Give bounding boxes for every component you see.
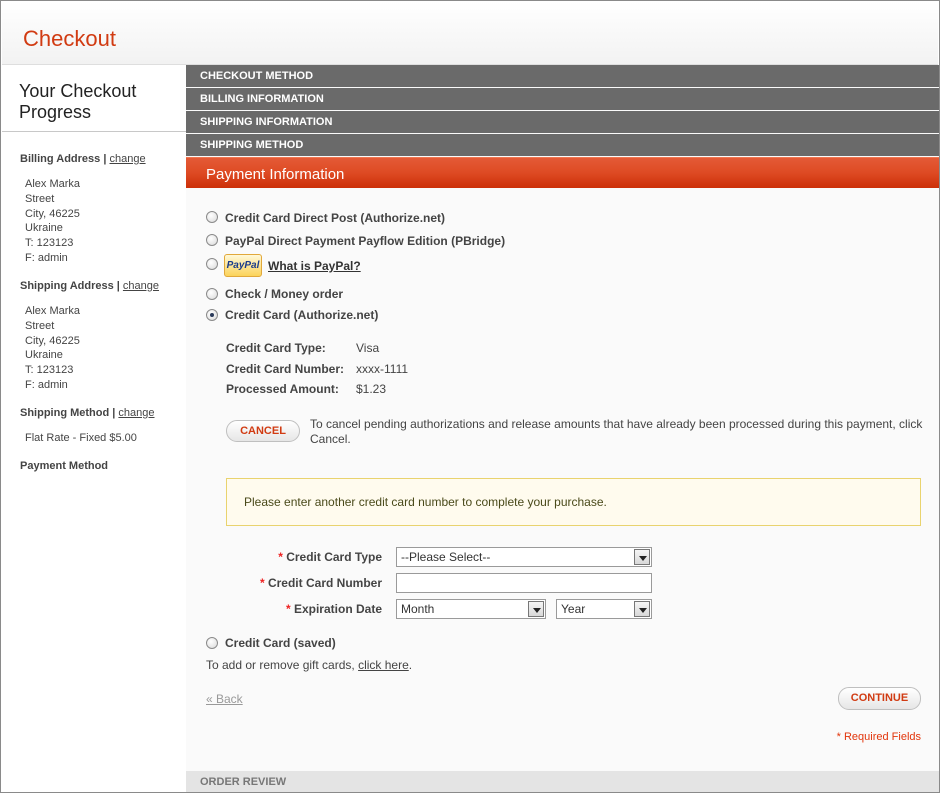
step-order-review[interactable]: ORDER REVIEW xyxy=(186,771,939,792)
checkout-progress-sidebar: Your Checkout Progress Billing Address |… xyxy=(2,65,186,792)
shipping-address-lines: Alex Marka Street City, 46225 Ukraine T:… xyxy=(25,305,81,391)
chevron-down-icon[interactable] xyxy=(634,549,650,565)
expiration-date-label: * Expiration Date xyxy=(285,602,382,616)
step-shipping-information[interactable]: SHIPPING INFORMATION xyxy=(186,111,939,133)
page-header: Checkout xyxy=(2,2,938,65)
expiration-month-select[interactable]: Month xyxy=(396,599,546,619)
billing-address-heading: Billing Address | change xyxy=(20,153,146,165)
cc-type-label: * Credit Card Type xyxy=(278,550,382,564)
shipping-method-lines: Flat Rate - Fixed $5.00 xyxy=(25,432,137,444)
processed-amount-value: $1.23 xyxy=(356,382,387,396)
chevron-down-icon[interactable] xyxy=(634,601,650,617)
checkout-main: CHECKOUT METHOD BILLING INFORMATION SHIP… xyxy=(186,65,939,792)
payment-option-label[interactable]: PayPal Direct Payment Payflow Edition (P… xyxy=(225,234,505,248)
payment-option-label[interactable]: Credit Card (saved) xyxy=(225,636,336,650)
continue-button[interactable]: CONTINUE xyxy=(838,687,921,710)
card-number-value: xxxx-1111 xyxy=(356,362,409,376)
sidebar-divider xyxy=(2,131,186,132)
payment-option-radio-selected[interactable] xyxy=(206,309,218,321)
cancel-explanation: To cancel pending authorizations and rel… xyxy=(310,417,923,446)
shipping-method-heading: Shipping Method | change xyxy=(20,407,155,419)
shipping-address-heading: Shipping Address | change xyxy=(20,280,160,292)
what-is-paypal-link[interactable]: What is PayPal? xyxy=(268,259,361,273)
payment-method-heading: Payment Method xyxy=(20,460,109,472)
cancel-button[interactable]: CANCEL xyxy=(226,420,300,442)
billing-address-change-link[interactable]: change xyxy=(109,153,145,165)
payment-option-radio[interactable] xyxy=(206,211,218,223)
shipping-method-change-link[interactable]: change xyxy=(118,407,154,419)
payment-option-radio[interactable] xyxy=(206,637,218,649)
gift-cards-text: To add or remove gift cards, click here. xyxy=(206,658,413,672)
payment-option-radio[interactable] xyxy=(206,288,218,300)
paypal-logo: PayPal xyxy=(224,254,262,277)
cc-number-label: * Credit Card Number xyxy=(259,576,382,590)
processed-amount-label: Processed Amount: xyxy=(226,382,339,396)
cc-number-input[interactable] xyxy=(396,573,652,593)
payment-option-label[interactable]: Credit Card (Authorize.net) xyxy=(225,308,378,322)
sidebar-title: Your Checkout Progress xyxy=(19,81,137,122)
step-payment-information: Payment Information xyxy=(186,157,939,188)
step-billing-information[interactable]: BILLING INFORMATION xyxy=(186,88,939,110)
payment-option-radio[interactable] xyxy=(206,234,218,246)
payment-option-label[interactable]: Check / Money order xyxy=(225,287,343,301)
shipping-address-change-link[interactable]: change xyxy=(123,280,159,292)
cc-type-select[interactable]: --Please Select-- xyxy=(396,547,652,567)
gift-cards-link[interactable]: click here xyxy=(358,658,409,672)
card-number-label: Credit Card Number: xyxy=(226,362,345,376)
payment-option-label[interactable]: Credit Card Direct Post (Authorize.net) xyxy=(225,211,445,225)
expiration-year-select[interactable]: Year xyxy=(556,599,652,619)
step-checkout-method[interactable]: CHECKOUT METHOD xyxy=(186,65,939,87)
step-shipping-method[interactable]: SHIPPING METHOD xyxy=(186,134,939,156)
required-fields-note: * Required Fields xyxy=(836,731,921,743)
page-title: Checkout xyxy=(23,26,116,51)
card-type-label: Credit Card Type: xyxy=(226,341,326,355)
payment-option-radio[interactable] xyxy=(206,258,218,270)
card-type-value: Visa xyxy=(356,341,380,355)
back-link[interactable]: « Back xyxy=(206,692,243,706)
notice-message: Please enter another credit card number … xyxy=(226,478,921,526)
billing-address-lines: Alex Marka Street City, 46225 Ukraine T:… xyxy=(25,178,81,264)
checkout-window: Checkout Your Checkout Progress Billing … xyxy=(0,0,940,793)
chevron-down-icon[interactable] xyxy=(528,601,544,617)
